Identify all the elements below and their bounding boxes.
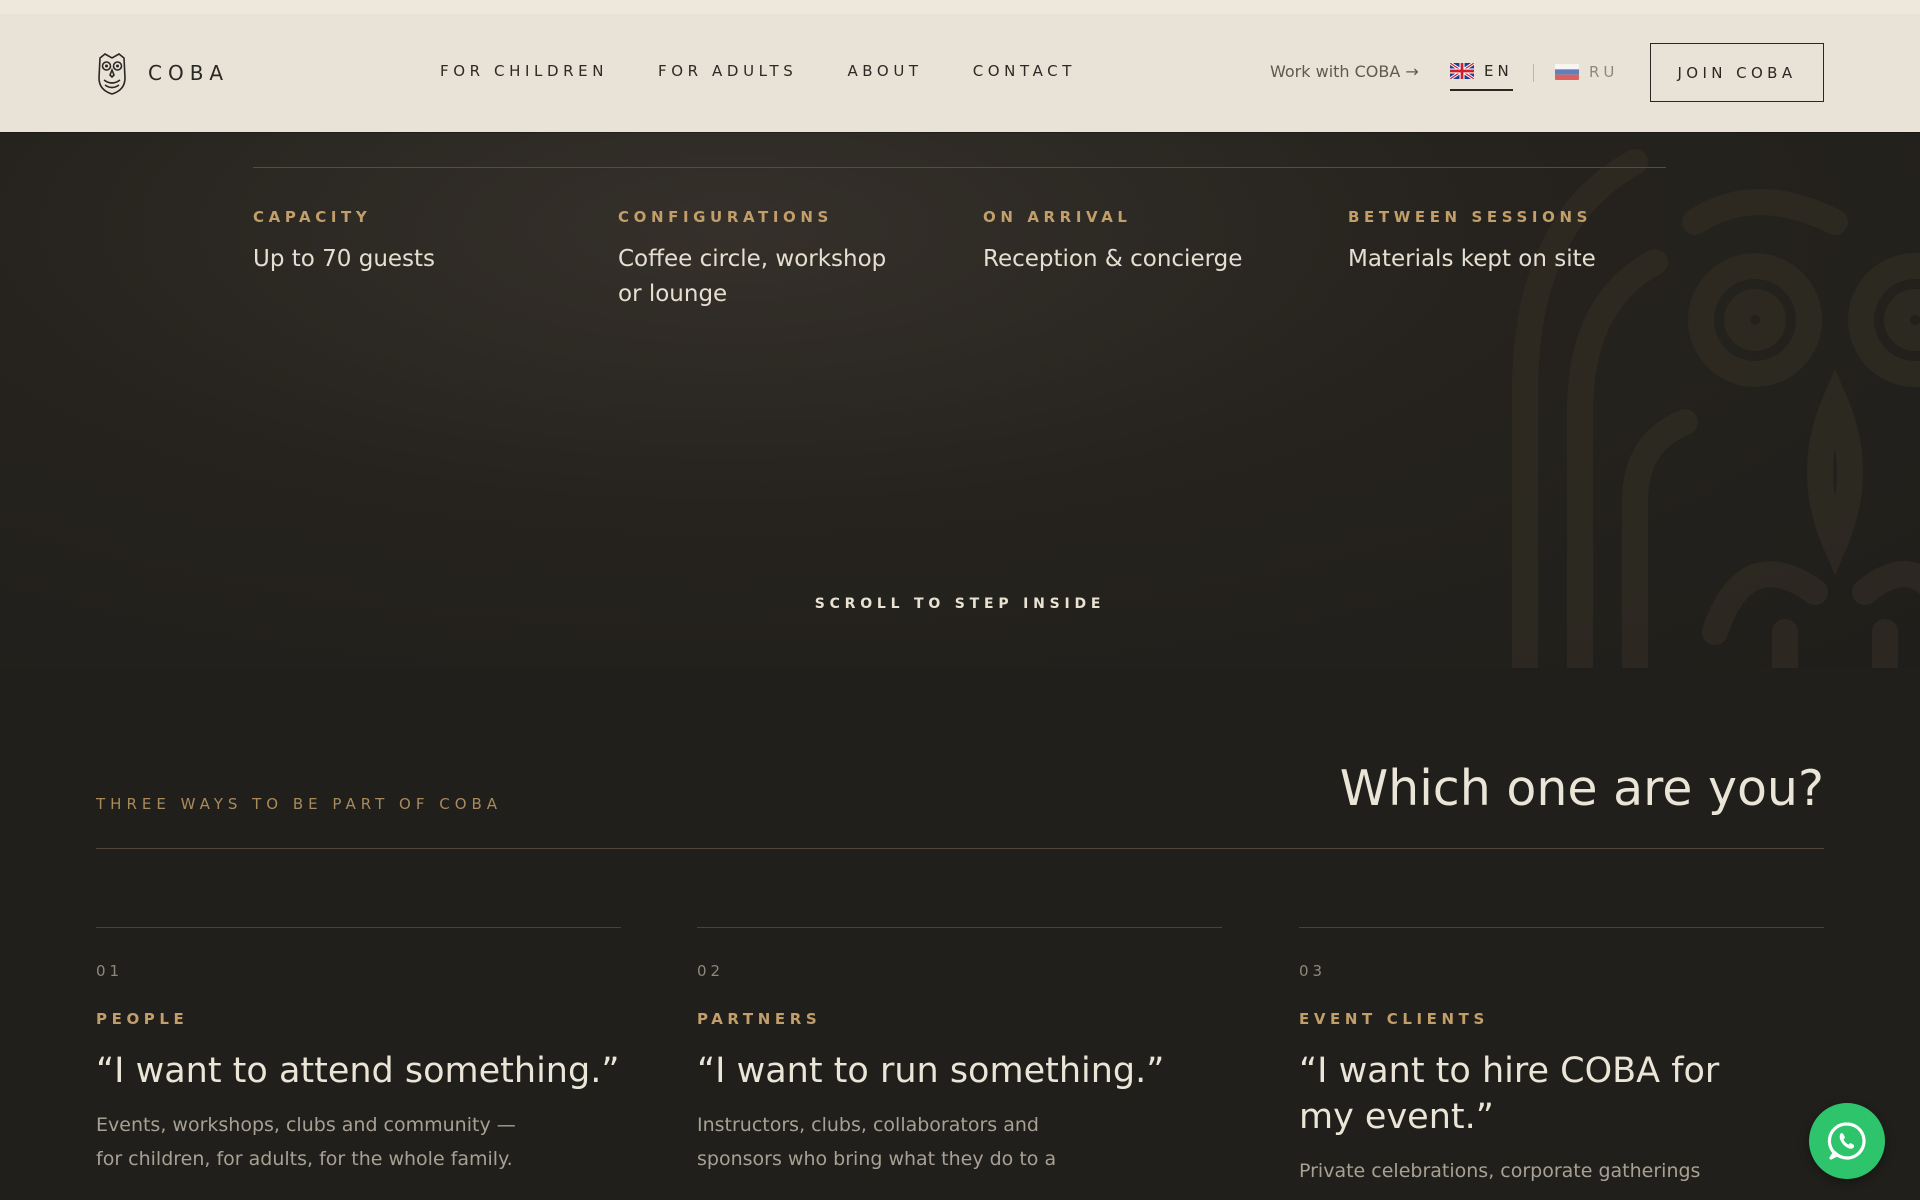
top-strip (0, 0, 1920, 14)
ways-divider (96, 848, 1824, 849)
stat-label: BETWEEN SESSIONS (1348, 208, 1592, 226)
venue-hero: CAPACITY Up to 70 guests CONFIGURATIONS … (0, 132, 1920, 668)
card-number: 01 (96, 962, 124, 980)
card-text: Instructors, clubs, collaborators and sp… (697, 1114, 1057, 1170)
stat-on-arrival: ON ARRIVAL Reception & concierge (983, 208, 1313, 277)
lang-ru-label: RU (1589, 63, 1619, 81)
lang-ru-switch[interactable]: RU (1555, 63, 1618, 81)
card-divider (96, 927, 621, 928)
stat-value: Up to 70 guests (253, 246, 436, 272)
lang-divider (1533, 64, 1534, 82)
nav-for-children[interactable]: FOR CHILDREN (440, 62, 608, 80)
card-divider (1299, 927, 1824, 928)
stat-value: Coffee circle, workshop or lounge (618, 246, 887, 307)
logo-text: COBA (148, 61, 230, 85)
card-number: 02 (697, 962, 725, 980)
nav-contact[interactable]: CONTACT (973, 62, 1076, 80)
card-text: Private celebrations, corporate gatherin… (1299, 1160, 1701, 1182)
ways-eyebrow: THREE WAYS TO BE PART OF COBA (96, 795, 503, 813)
card-partners[interactable]: 02 PARTNERS “I want to run something.” I… (697, 927, 1222, 1176)
card-quote: “I want to attend something.” (96, 1051, 620, 1091)
card-label: EVENT CLIENTS (1299, 1010, 1489, 1028)
site-header: COBA FOR CHILDREN FOR ADULTS ABOUT CONTA… (0, 14, 1920, 132)
stat-capacity: CAPACITY Up to 70 guests (253, 208, 583, 277)
whatsapp-button[interactable] (1809, 1103, 1885, 1179)
owl-logo-icon (98, 53, 126, 95)
card-event-clients[interactable]: 03 EVENT CLIENTS “I want to hire COBA fo… (1299, 927, 1824, 1188)
lang-en-switch[interactable]: EN (1450, 62, 1513, 91)
card-quote: “I want to run something.” (697, 1051, 1165, 1091)
main-nav: FOR CHILDREN FOR ADULTS ABOUT CONTACT (440, 62, 1126, 80)
stat-label: CONFIGURATIONS (618, 208, 833, 226)
join-button[interactable]: JOIN COBA (1650, 43, 1824, 102)
uk-flag-icon (1450, 63, 1474, 79)
card-people[interactable]: 01 PEOPLE “I want to attend something.” … (96, 927, 621, 1176)
nav-about[interactable]: ABOUT (847, 62, 922, 80)
hero-divider (253, 167, 1666, 168)
card-label: PEOPLE (96, 1010, 189, 1028)
stat-value: Materials kept on site (1348, 246, 1596, 272)
stat-between-sessions: BETWEEN SESSIONS Materials kept on site (1348, 208, 1678, 277)
lang-en-label: EN (1484, 62, 1513, 80)
stat-label: ON ARRIVAL (983, 208, 1132, 226)
logo[interactable]: COBA (96, 50, 229, 96)
card-divider (697, 927, 1222, 928)
stat-configurations: CONFIGURATIONS Coffee circle, workshop o… (618, 208, 948, 312)
whatsapp-icon (1827, 1122, 1866, 1160)
ways-title: Which one are you? (1339, 760, 1824, 817)
card-number: 03 (1299, 962, 1327, 980)
card-quote: “I want to hire COBA for my event.” (1299, 1051, 1720, 1137)
russia-flag-icon (1555, 64, 1579, 80)
card-text: Events, workshops, clubs and community —… (96, 1114, 516, 1170)
nav-for-adults[interactable]: FOR ADULTS (658, 62, 797, 80)
stat-label: CAPACITY (253, 208, 372, 226)
card-label: PARTNERS (697, 1010, 822, 1028)
stat-value: Reception & concierge (983, 246, 1243, 272)
scroll-hint[interactable]: SCROLL TO STEP INSIDE (0, 596, 1920, 612)
work-with-link[interactable]: Work with COBA → (1270, 62, 1419, 81)
